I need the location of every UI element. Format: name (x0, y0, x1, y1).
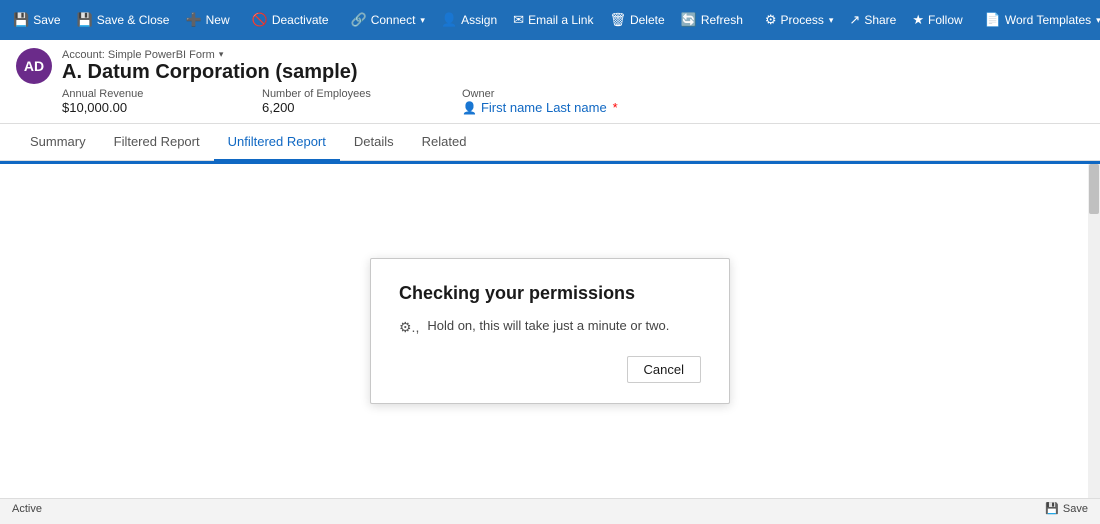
permissions-dialog: Checking your permissions ⚙., Hold on, t… (370, 258, 730, 404)
dialog-title: Checking your permissions (399, 283, 701, 304)
share-button[interactable]: ↗ Share (842, 8, 903, 32)
form-label[interactable]: Account: Simple PowerBI Form ▾ (62, 49, 358, 61)
new-icon: ➕ (185, 12, 201, 28)
email-link-icon: ✉ (513, 12, 524, 28)
tab-related[interactable]: Related (408, 124, 481, 161)
tab-unfiltered-report[interactable]: Unfiltered Report (214, 124, 340, 161)
required-indicator: * (613, 100, 618, 115)
process-icon: ⚙ (765, 12, 777, 28)
status-save-button[interactable]: 💾 Save (1045, 502, 1088, 515)
refresh-button[interactable]: 🔄 Refresh (674, 8, 750, 32)
employees-label: Number of Employees (262, 88, 422, 100)
annual-revenue-value: $10,000.00 (62, 100, 222, 115)
connect-icon: 🔗 (351, 12, 367, 28)
toolbar: 💾 Save 💾 Save & Close ➕ New 🚫 Deactivate… (0, 0, 1100, 40)
record-name: A. Datum Corporation (sample) (62, 61, 358, 84)
tab-details[interactable]: Details (340, 124, 408, 161)
cancel-button[interactable]: Cancel (627, 356, 701, 383)
delete-button[interactable]: 🗑 Delete (602, 8, 671, 32)
assign-icon: 👤 (441, 12, 457, 28)
connect-button[interactable]: 🔗 Connect ▾ (344, 8, 432, 32)
save-close-icon: 💾 (77, 12, 93, 28)
save-button[interactable]: 💾 Save (6, 8, 68, 32)
record-fields: Annual Revenue $10,000.00 Number of Empl… (62, 88, 1084, 123)
tab-summary[interactable]: Summary (16, 124, 100, 161)
share-icon: ↗ (849, 12, 860, 28)
follow-icon: ★ (912, 12, 924, 28)
save-icon: 💾 (13, 12, 29, 28)
word-templates-button[interactable]: 📄 Word Templates ▾ (978, 8, 1100, 32)
dialog-overlay: Checking your permissions ⚙., Hold on, t… (0, 164, 1100, 498)
tab-filtered-report[interactable]: Filtered Report (100, 124, 214, 161)
status-save-icon: 💾 (1045, 502, 1059, 515)
owner-value[interactable]: 👤 First name Last name * (462, 100, 622, 115)
dialog-body: ⚙., Hold on, this will take just a minut… (399, 318, 701, 336)
spinner-icon: ⚙., (399, 319, 419, 336)
word-templates-caret-icon: ▾ (1096, 15, 1100, 26)
delete-icon: 🗑 (609, 12, 626, 28)
connect-caret-icon: ▾ (420, 15, 425, 26)
annual-revenue-field: Annual Revenue $10,000.00 (62, 88, 222, 115)
deactivate-button[interactable]: 🚫 Deactivate (245, 8, 336, 32)
avatar: AD (16, 48, 52, 84)
form-label-caret-icon: ▾ (219, 49, 224, 60)
owner-person-icon: 👤 (462, 101, 477, 115)
process-caret-icon: ▾ (829, 15, 834, 26)
deactivate-icon: 🚫 (252, 12, 268, 28)
status-save-label: Save (1063, 503, 1088, 515)
employees-value: 6,200 (262, 100, 422, 115)
dialog-footer: Cancel (399, 356, 701, 383)
owner-label: Owner (462, 88, 622, 100)
follow-button[interactable]: ★ Follow (905, 8, 969, 32)
save-close-button[interactable]: 💾 Save & Close (70, 8, 177, 32)
employees-field: Number of Employees 6,200 (262, 88, 422, 115)
word-templates-icon: 📄 (985, 12, 1001, 28)
new-button[interactable]: ➕ New (178, 8, 236, 32)
record-header: AD Account: Simple PowerBI Form ▾ A. Dat… (0, 40, 1100, 124)
annual-revenue-label: Annual Revenue (62, 88, 222, 100)
owner-field: Owner 👤 First name Last name * (462, 88, 622, 115)
refresh-icon: 🔄 (681, 12, 697, 28)
process-button[interactable]: ⚙ Process ▾ (758, 8, 841, 32)
tabs-bar: Summary Filtered Report Unfiltered Repor… (0, 124, 1100, 161)
email-link-button[interactable]: ✉ Email a Link (506, 8, 600, 32)
assign-button[interactable]: 👤 Assign (434, 8, 504, 32)
main-content: Checking your permissions ⚙., Hold on, t… (0, 161, 1100, 498)
status-text: Active (12, 503, 42, 515)
status-bar: Active 💾 Save (0, 498, 1100, 518)
